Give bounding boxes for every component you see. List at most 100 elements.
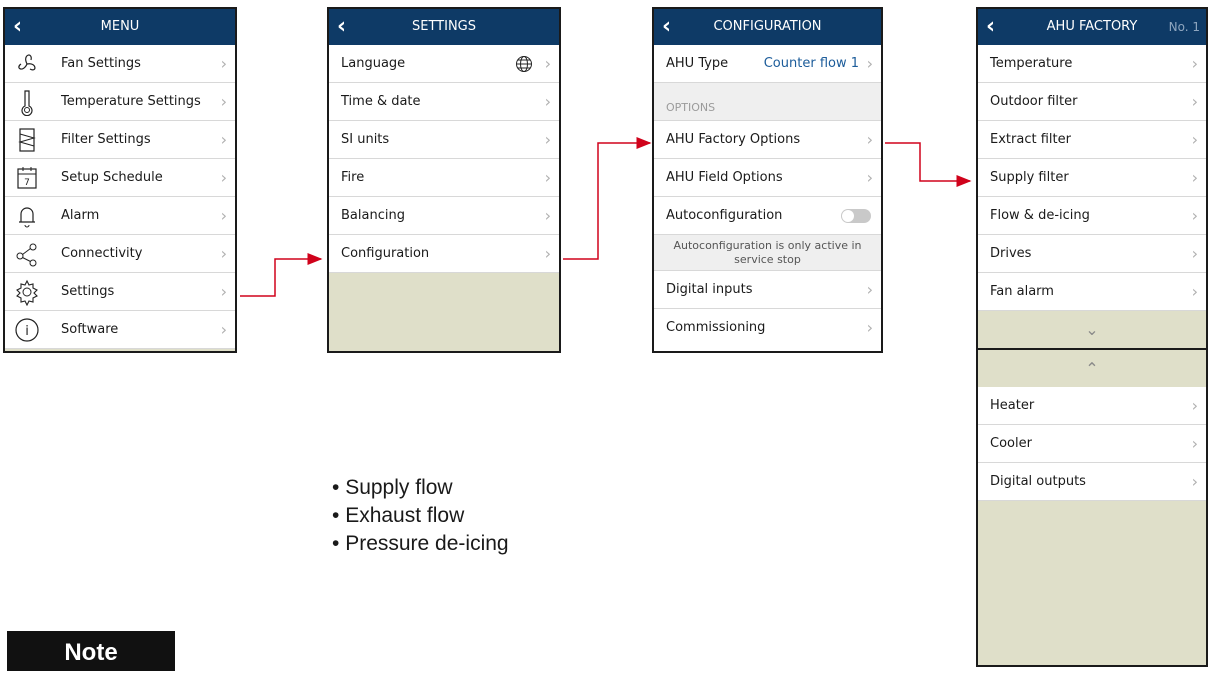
- autoconfiguration-label: Autoconfiguration: [666, 208, 783, 223]
- list-item: Pressure de-icing: [332, 530, 508, 558]
- factory-item-label: Outdoor filter: [990, 94, 1078, 109]
- settings-item-configuration[interactable]: Configuration ›: [329, 235, 559, 273]
- factory-item-label: Cooler: [990, 436, 1032, 451]
- chevron-right-icon: ›: [220, 206, 227, 225]
- factory-item-cooler[interactable]: Cooler ›: [978, 425, 1206, 463]
- arrow-configuration-to-factory-options: [563, 137, 652, 260]
- chevron-right-icon: ›: [544, 168, 551, 187]
- chevron-right-icon: ›: [1191, 130, 1198, 149]
- menu-item-software[interactable]: i Software ›: [5, 311, 235, 349]
- factory-item-label: Extract filter: [990, 132, 1071, 147]
- settings-item-label: Fire: [341, 170, 365, 185]
- chevron-down-icon[interactable]: ⌄: [978, 311, 1206, 348]
- chevron-right-icon: ›: [866, 280, 873, 299]
- menu-item-temperature-settings[interactable]: Temperature Settings ›: [5, 83, 235, 121]
- chevron-right-icon: ›: [544, 244, 551, 263]
- list-item: Exhaust flow: [332, 502, 509, 530]
- factory-item-drives[interactable]: Drives ›: [978, 235, 1206, 273]
- chevron-right-icon: ›: [220, 130, 227, 149]
- chevron-right-icon: ›: [1191, 244, 1198, 263]
- menu-item-label: Settings: [61, 284, 115, 299]
- chevron-right-icon: ›: [866, 318, 873, 337]
- settings-item-language[interactable]: Language ›: [329, 45, 559, 83]
- configuration-screen: ‹ CONFIGURATION AHU Type Counter flow 1 …: [652, 7, 883, 353]
- settings-item-label: Configuration: [341, 246, 430, 261]
- autoconfiguration-note: Autoconfiguration is only active in serv…: [654, 235, 881, 271]
- factory-item-flow-de-icing[interactable]: Flow & de-icing ›: [978, 197, 1206, 235]
- digital-inputs-row[interactable]: Digital inputs ›: [654, 271, 881, 309]
- note-label: Note: [7, 631, 175, 671]
- chevron-right-icon: ›: [1191, 206, 1198, 225]
- commissioning-row[interactable]: Commissioning ›: [654, 309, 881, 347]
- chevron-right-icon: ›: [220, 282, 227, 301]
- factory-item-fan-alarm[interactable]: Fan alarm ›: [978, 273, 1206, 311]
- chevron-right-icon: ›: [1191, 434, 1198, 453]
- info-icon: i: [15, 318, 39, 342]
- settings-item-label: Time & date: [341, 94, 421, 109]
- factory-item-label: Digital outputs: [990, 474, 1086, 489]
- chevron-right-icon: ›: [866, 54, 873, 73]
- menu-item-label: Fan Settings: [61, 56, 141, 71]
- factory-item-label: Supply filter: [990, 170, 1069, 185]
- settings-item-si-units[interactable]: SI units ›: [329, 121, 559, 159]
- chevron-right-icon: ›: [220, 92, 227, 111]
- commissioning-label: Commissioning: [666, 320, 766, 335]
- factory-item-label: Drives: [990, 246, 1032, 261]
- menu-item-connectivity[interactable]: Connectivity ›: [5, 235, 235, 273]
- autoconfiguration-toggle[interactable]: [841, 209, 871, 223]
- chevron-right-icon: ›: [220, 168, 227, 187]
- chevron-right-icon: ›: [544, 92, 551, 111]
- settings-item-fire[interactable]: Fire ›: [329, 159, 559, 197]
- menu-item-label: Software: [61, 322, 119, 337]
- factory-item-outdoor-filter[interactable]: Outdoor filter ›: [978, 83, 1206, 121]
- menu-item-filter-settings[interactable]: Filter Settings ›: [5, 121, 235, 159]
- factory-item-digital-outputs[interactable]: Digital outputs ›: [978, 463, 1206, 501]
- thermometer-icon: [21, 90, 33, 116]
- svg-text:i: i: [25, 324, 29, 339]
- ahu-factory-screen: ‹ AHU FACTORY No. 1 Temperature › Outdoor…: [976, 7, 1208, 667]
- ahu-factory-options-row[interactable]: AHU Factory Options ›: [654, 121, 881, 159]
- settings-header: ‹ SETTINGS: [329, 9, 559, 45]
- settings-item-balancing[interactable]: Balancing ›: [329, 197, 559, 235]
- svg-text:7: 7: [24, 178, 30, 188]
- menu-item-label: Setup Schedule: [61, 170, 163, 185]
- chevron-up-icon[interactable]: ⌃: [978, 350, 1206, 387]
- bell-icon: [19, 207, 35, 228]
- chevron-right-icon: ›: [544, 206, 551, 225]
- factory-item-extract-filter[interactable]: Extract filter ›: [978, 121, 1206, 159]
- chevron-right-icon: ›: [1191, 472, 1198, 491]
- ahu-type-label: AHU Type: [666, 56, 729, 71]
- settings-item-label: Balancing: [341, 208, 405, 223]
- autoconfiguration-row: Autoconfiguration: [654, 197, 881, 235]
- unit-number: No. 1: [1168, 20, 1200, 34]
- flow-options-list: Supply flow Exhaust flow Pressure de-ici…: [332, 474, 509, 558]
- options-section-header: OPTIONS: [654, 83, 881, 121]
- chevron-right-icon: ›: [220, 244, 227, 263]
- menu-item-setup-schedule[interactable]: 7 Setup Schedule ›: [5, 159, 235, 197]
- settings-screen: ‹ SETTINGS Language › Time & date › SI un…: [327, 7, 561, 353]
- chevron-right-icon: ›: [1191, 396, 1198, 415]
- menu-item-label: Connectivity: [61, 246, 143, 261]
- scroll-up-band[interactable]: ⌃: [978, 350, 1206, 387]
- chevron-right-icon: ›: [220, 320, 227, 339]
- filter-icon: [18, 128, 36, 152]
- factory-item-label: Fan alarm: [990, 284, 1054, 299]
- menu-header: ‹ MENU: [5, 9, 235, 45]
- ahu-field-options-row[interactable]: AHU Field Options ›: [654, 159, 881, 197]
- menu-item-label: Temperature Settings: [61, 94, 201, 109]
- menu-item-alarm[interactable]: Alarm ›: [5, 197, 235, 235]
- factory-item-heater[interactable]: Heater ›: [978, 387, 1206, 425]
- menu-item-settings[interactable]: Settings ›: [5, 273, 235, 311]
- ahu-type-value: Counter flow 1: [763, 56, 859, 71]
- ahu-type-row[interactable]: AHU Type Counter flow 1 ›: [654, 45, 881, 83]
- settings-item-label: SI units: [341, 132, 390, 147]
- settings-item-label: Language: [341, 56, 406, 71]
- scroll-down-band[interactable]: ⌄: [978, 311, 1206, 348]
- ahu-field-options-label: AHU Field Options: [666, 170, 783, 185]
- chevron-right-icon: ›: [1191, 282, 1198, 301]
- factory-item-supply-filter[interactable]: Supply filter ›: [978, 159, 1206, 197]
- menu-item-fan-settings[interactable]: Fan Settings ›: [5, 45, 235, 83]
- settings-item-time-date[interactable]: Time & date ›: [329, 83, 559, 121]
- factory-item-temperature[interactable]: Temperature ›: [978, 45, 1206, 83]
- chevron-right-icon: ›: [866, 168, 873, 187]
